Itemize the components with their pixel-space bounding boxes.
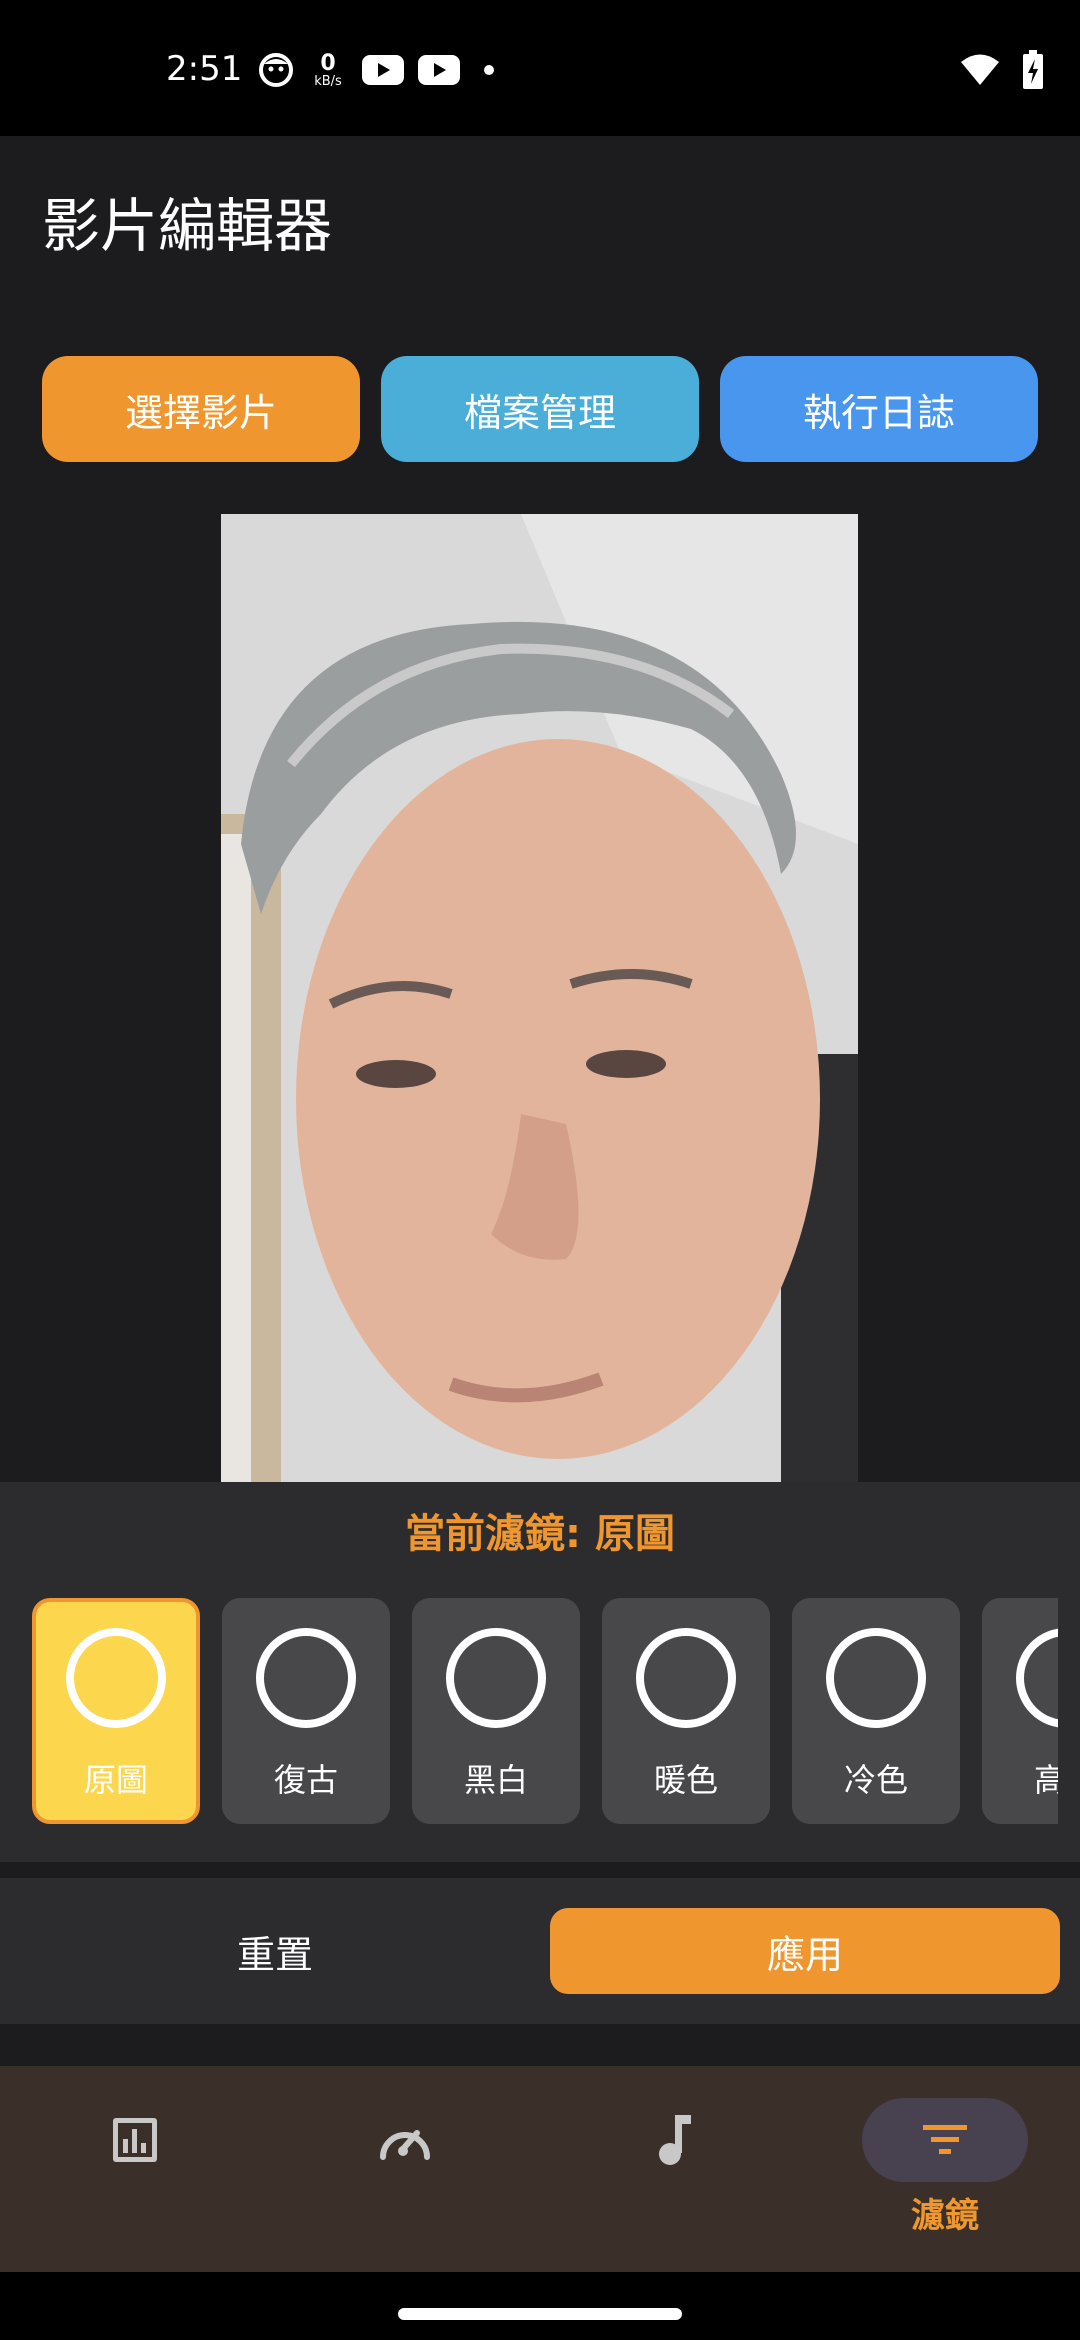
filter-option-black-white[interactable]: 黑白 bbox=[412, 1598, 580, 1824]
nav-icon-container bbox=[52, 2098, 218, 2182]
nav-icon-container bbox=[322, 2098, 488, 2182]
nav-item-speed[interactable] bbox=[270, 2066, 540, 2272]
bottom-navigation: 濾鏡 bbox=[0, 2066, 1080, 2272]
youtube-icon bbox=[418, 55, 460, 85]
current-filter-label: 當前濾鏡: 原圖 bbox=[405, 1511, 675, 1557]
status-icons-right bbox=[960, 48, 1044, 92]
filter-circle-icon bbox=[446, 1628, 546, 1728]
filter-circle-icon bbox=[826, 1628, 926, 1728]
filter-circle-icon bbox=[1016, 1628, 1058, 1728]
filter-label: 黑白 bbox=[463, 1761, 528, 1799]
status-bar: 2:51 0 kB/s bbox=[0, 0, 1080, 136]
page-title: 影片編輯器 bbox=[42, 192, 333, 260]
file-manager-button[interactable]: 檔案管理 bbox=[381, 356, 699, 462]
net-speed-icon: 0 kB/s bbox=[308, 50, 348, 89]
nav-label-filter: 濾鏡 bbox=[911, 2196, 979, 2236]
filter-list[interactable]: 原圖 復古 黑白 暖色 冷色 高對 bbox=[32, 1598, 1058, 1826]
nav-item-stats[interactable] bbox=[0, 2066, 270, 2272]
filter-option-original[interactable]: 原圖 bbox=[32, 1598, 200, 1824]
filter-circle-icon bbox=[636, 1628, 736, 1728]
filter-option-cool[interactable]: 冷色 bbox=[792, 1598, 960, 1824]
reset-button[interactable]: 重置 bbox=[40, 1908, 510, 1994]
app-screen: 影片編輯器 選擇影片 檔案管理 執行日誌 當前濾鏡: 原圖 原圖 復古 黑白 暖… bbox=[0, 136, 1080, 2272]
video-frame-image bbox=[221, 514, 858, 1482]
status-time: 2:51 bbox=[166, 49, 243, 89]
filter-label: 原圖 bbox=[83, 1761, 148, 1799]
filter-icon bbox=[923, 2125, 967, 2154]
execution-log-button[interactable]: 執行日誌 bbox=[720, 356, 1038, 462]
face-icon bbox=[259, 53, 293, 87]
youtube-icon bbox=[362, 55, 404, 85]
status-icons-left: 0 kB/s bbox=[258, 48, 504, 92]
action-bar: 重置 應用 bbox=[0, 1878, 1080, 2024]
net-speed-unit: kB/s bbox=[314, 73, 342, 89]
battery-charging-icon bbox=[1023, 50, 1043, 89]
filter-label: 冷色 bbox=[843, 1761, 908, 1799]
gesture-area bbox=[0, 2272, 1080, 2340]
bar-chart-icon bbox=[113, 2118, 157, 2162]
video-preview[interactable] bbox=[221, 514, 858, 1482]
net-speed-value: 0 bbox=[320, 50, 336, 76]
wifi-icon bbox=[961, 54, 999, 85]
nav-icon-container bbox=[862, 2098, 1028, 2182]
filter-label: 高對 bbox=[1033, 1761, 1058, 1799]
music-note-icon bbox=[659, 2115, 691, 2165]
filter-circle-icon bbox=[256, 1628, 356, 1728]
speed-gauge-icon bbox=[380, 2130, 430, 2160]
apply-button[interactable]: 應用 bbox=[550, 1908, 1060, 1994]
filter-option-warm[interactable]: 暖色 bbox=[602, 1598, 770, 1824]
filter-option-high-contrast[interactable]: 高對 bbox=[982, 1598, 1058, 1824]
filter-circle-icon bbox=[66, 1628, 166, 1728]
filter-panel: 當前濾鏡: 原圖 原圖 復古 黑白 暖色 冷色 高 bbox=[0, 1482, 1080, 1862]
select-video-button[interactable]: 選擇影片 bbox=[42, 356, 360, 462]
nav-item-music[interactable] bbox=[540, 2066, 810, 2272]
filter-option-vintage[interactable]: 復古 bbox=[222, 1598, 390, 1824]
filter-label: 暖色 bbox=[653, 1761, 718, 1799]
nav-item-filter[interactable]: 濾鏡 bbox=[810, 2066, 1080, 2272]
home-gesture-bar[interactable] bbox=[398, 2308, 682, 2320]
nav-icon-container bbox=[592, 2098, 758, 2182]
top-button-row: 選擇影片 檔案管理 執行日誌 bbox=[42, 356, 1038, 462]
dot-icon bbox=[484, 65, 494, 75]
filter-label: 復古 bbox=[273, 1761, 338, 1799]
